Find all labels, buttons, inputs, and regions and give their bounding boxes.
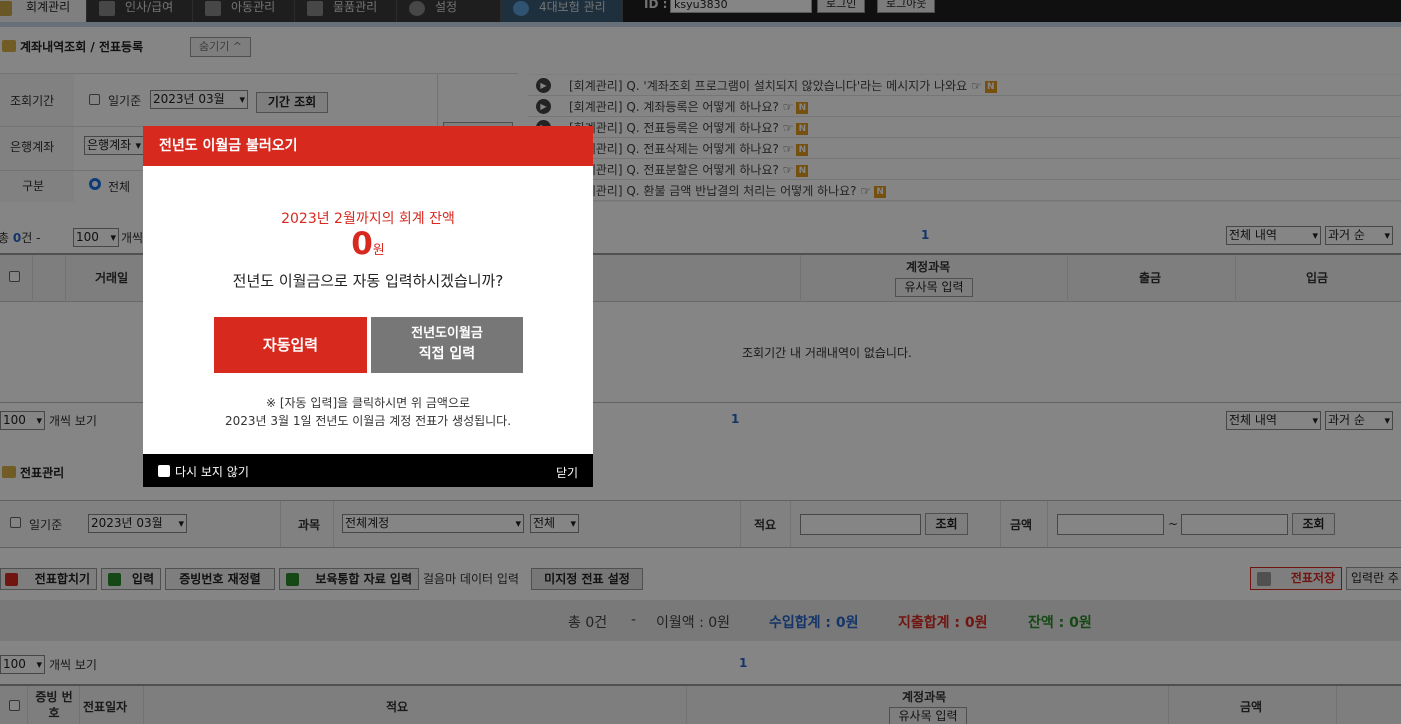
auto-input-button[interactable]: 자동입력 [214,317,367,373]
carryover-modal: 전년도 이월금 불러오기 2023년 2월까지의 회계 잔액 0원 전년도 이월… [143,126,593,487]
manual-line2: 직접 입력 [418,346,476,362]
amount-value: 0 [351,226,373,262]
modal-question: 전년도 이월금으로 자동 입력하시겠습니까? [232,272,504,290]
amount-unit: 원 [372,243,385,258]
modal-note2: 2023년 3월 1일 전년도 이월금 계정 전표가 생성됩니다. [224,414,512,428]
modal-note1: ※ [자동 입력]을 클릭하시면 위 금액으로 [265,396,471,410]
modal-footer: 다시 보지 않기 닫기 [143,454,593,487]
manual-line1: 전년도이월금 [411,326,483,341]
modal-amount: 0원 [143,226,593,262]
manual-input-button[interactable]: 전년도이월금직접 입력 [371,317,523,373]
dont-show-checkbox[interactable] [158,465,170,477]
modal-balance-label: 2023년 2월까지의 회계 잔액 [281,211,455,227]
modal-title: 전년도 이월금 불러오기 [143,126,593,166]
close-button[interactable]: 닫기 [556,464,578,481]
dont-show-label: 다시 보지 않기 [175,465,249,479]
